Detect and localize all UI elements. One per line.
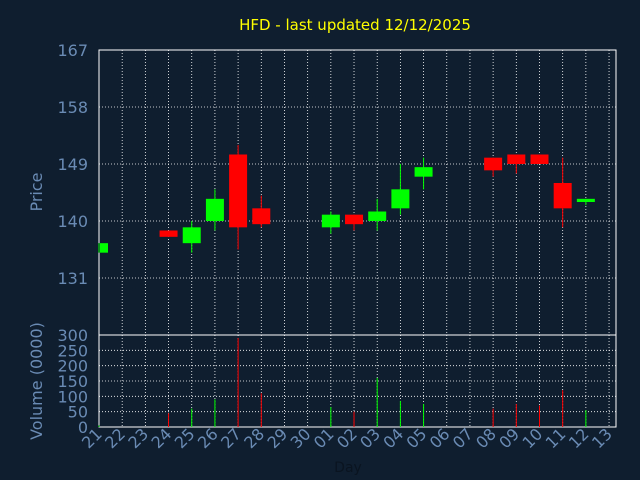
- price-axis-label: Price: [27, 172, 46, 211]
- price-y-tick-labels: 167 158 149 140 131: [57, 41, 88, 288]
- price-plot-area: [98, 49, 617, 336]
- candle-down: [507, 154, 526, 164]
- candle-up: [321, 214, 340, 228]
- candle-up: [205, 198, 224, 221]
- volume-grid: [99, 335, 616, 427]
- volume-bars: [98, 338, 587, 427]
- candle-down: [484, 157, 503, 171]
- price-y-tick-label: 149: [57, 155, 88, 174]
- price-y-tick-label: 158: [57, 98, 88, 117]
- candle-down: [530, 154, 549, 164]
- x-axis-label: Day: [334, 460, 362, 476]
- price-panel: 167 158 149 140 131 Price: [27, 41, 617, 336]
- volume-y-tick-labels: 300250200150100500: [57, 326, 88, 437]
- candle-down: [553, 183, 572, 209]
- stock-chart: HFD - last updated 12/12/2025 1671581491…: [27, 16, 617, 476]
- x-tick-labels: 2122232425262728293001020304050607080910…: [78, 424, 616, 452]
- candle-up: [368, 211, 387, 221]
- candle-down: [345, 214, 364, 225]
- candle-up: [576, 198, 595, 202]
- candle-up: [414, 167, 433, 177]
- candle-up: [182, 227, 201, 244]
- candle-down: [252, 208, 271, 225]
- price-y-tick-label: 167: [57, 41, 88, 60]
- candle-down: [159, 230, 178, 237]
- volume-axis-label: Volume (0000): [27, 322, 46, 440]
- price-y-tick-label: 140: [57, 212, 88, 231]
- volume-panel: 300250200150100500 Volume (0000): [27, 322, 617, 440]
- price-grid: [99, 50, 616, 335]
- candles: [98, 145, 595, 253]
- candle-up: [100, 243, 108, 253]
- x-tick-label: 13: [588, 424, 616, 452]
- price-y-tick-label: 131: [57, 269, 88, 288]
- candle-up: [391, 189, 410, 209]
- candle-down: [229, 154, 248, 228]
- chart-title: HFD - last updated 12/12/2025: [239, 16, 471, 34]
